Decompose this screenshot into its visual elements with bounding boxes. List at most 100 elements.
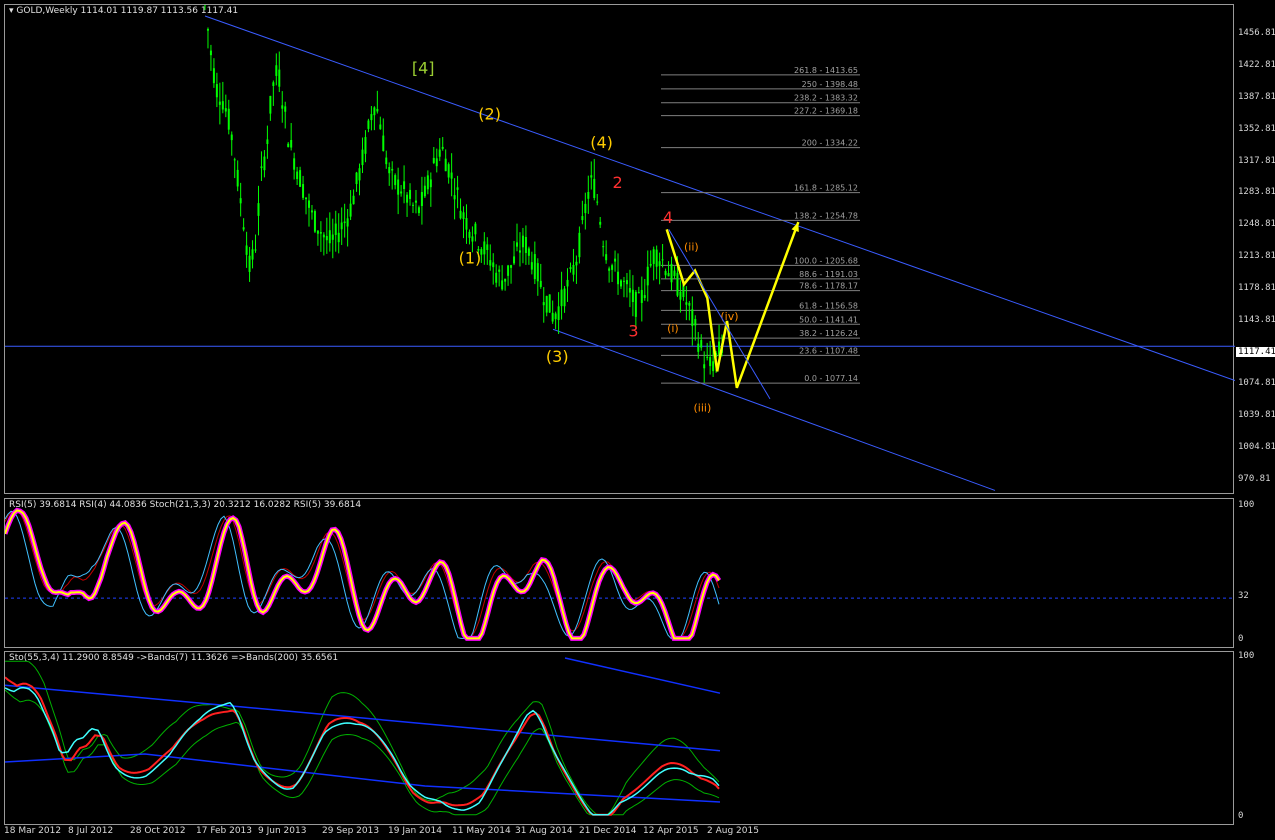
candle-body (269, 95, 272, 114)
candle-body (239, 198, 242, 204)
candle-body (462, 212, 465, 219)
candle-body (343, 221, 346, 224)
fib-level-label: 0.0 - 1077.14 (804, 374, 858, 383)
candle-body (575, 261, 578, 266)
candle-body (215, 84, 218, 98)
fib-level-label: 100.0 - 1205.68 (794, 256, 858, 265)
candle-body (310, 210, 313, 213)
candle-body (593, 178, 596, 198)
rsi-axis[interactable]: 100 32 0 (1234, 498, 1275, 648)
candle-body (637, 292, 640, 294)
candle-body (646, 266, 649, 286)
candle-body (263, 156, 266, 171)
candle-body (611, 265, 614, 270)
candle-body (284, 106, 287, 112)
fib-level-label: 161.8 - 1285.12 (794, 184, 858, 193)
price-tick-label: 1352.81 (1238, 123, 1275, 134)
candle-body (438, 149, 441, 157)
candle-body (602, 246, 605, 248)
bands200-top-line (564, 657, 721, 694)
rsi-tick-label: 32 (1238, 591, 1249, 602)
price-tick-label: 1074.81 (1238, 378, 1275, 389)
price-pane[interactable]: 261.8 - 1413.65 250 - 1398.48 238.2 - 1383… (4, 4, 1235, 494)
candle-body (465, 218, 468, 230)
fib-level-label: 38.2 - 1126.24 (799, 329, 858, 338)
fib-level-label: 138.2 - 1254.78 (794, 211, 858, 220)
candle-body (518, 250, 521, 253)
candle-body (221, 101, 224, 110)
price-tick-label: 1143.81 (1238, 315, 1275, 326)
candle-body (539, 280, 542, 287)
price-tick-label: 970.81 (1238, 473, 1271, 484)
candle-body (617, 271, 620, 285)
candle-body (483, 241, 486, 255)
rsi-pane[interactable]: RSI(5) 39.6814 RSI(4) 44.0836 Stoch(21,3… (4, 498, 1235, 648)
stochastic-tick-label: 100 (1238, 651, 1255, 661)
time-tick-label: 31 Aug 2014 (515, 826, 573, 836)
candle-body (444, 158, 447, 172)
time-axis[interactable]: 18 Mar 2012 8 Jul 2012 28 Oct 2012 17 Feb 2… (0, 826, 1234, 840)
candle-body (664, 270, 667, 276)
time-tick-label: 9 Jun 2013 (258, 826, 307, 836)
candle-body (495, 272, 498, 283)
stochastic-pane[interactable]: Sto(55,3,4) 11.2900 8.8549 ->Bands(7) 11… (4, 651, 1234, 825)
candle-body (305, 197, 308, 200)
candle-body (661, 259, 664, 261)
candle-body (625, 280, 628, 285)
candle-body (224, 108, 227, 112)
candle-body (391, 168, 394, 171)
candle-body (334, 223, 337, 235)
candle-body (596, 201, 599, 203)
fib-level-label: 50.0 - 1141.41 (799, 315, 858, 324)
fib-level-label: 261.8 - 1413.65 (794, 66, 858, 75)
candle-body (557, 306, 560, 321)
candle-body (287, 143, 290, 148)
candle-body (676, 272, 679, 296)
candle-body (420, 192, 423, 206)
candle-body (337, 232, 340, 243)
candle-body (545, 296, 548, 313)
price-tick-label: 1039.81 (1238, 410, 1275, 421)
stochastic-axis[interactable]: 100 0 (1234, 651, 1275, 825)
candle-body (212, 68, 215, 84)
candle-body (697, 343, 700, 352)
candle-body (331, 234, 334, 240)
candle-body (209, 50, 212, 56)
candle-body (370, 114, 373, 121)
candle-body (281, 105, 284, 109)
candle-body (688, 303, 691, 306)
candle-body (694, 318, 697, 326)
candle-body (548, 294, 551, 313)
bands200-upper-line (5, 684, 721, 752)
candle-body (293, 158, 296, 170)
candle-body (620, 280, 622, 287)
candle-body (406, 194, 409, 203)
candle-body (685, 302, 688, 305)
candle-body (703, 364, 706, 369)
candle-body (587, 191, 590, 199)
fib-level-label: 23.6 - 1107.48 (799, 346, 858, 355)
candle-body (361, 149, 364, 166)
candle-body (322, 234, 325, 238)
rsi-pane-title: RSI(5) 39.6814 RSI(4) 44.0836 Stoch(21,3… (9, 500, 362, 510)
wave-label: (3) (546, 347, 569, 366)
price-axis[interactable]: 1456.81 1422.81 1387.81 1352.81 1317.81 1283.… (1234, 4, 1275, 494)
fib-level-label: 88.6 - 1191.03 (799, 270, 858, 279)
candle-body (524, 236, 527, 254)
candle-body (227, 108, 230, 130)
candle-body (242, 227, 245, 230)
candle-body (409, 189, 412, 199)
candle-body (346, 218, 349, 227)
price-chart-svg: 261.8 - 1413.65 250 - 1398.48 238.2 - 1383… (5, 5, 1235, 491)
candle-body (435, 158, 438, 167)
candle-body (605, 254, 608, 261)
candle-body (412, 204, 414, 206)
candle-body (296, 171, 299, 180)
time-tick-label: 28 Oct 2012 (130, 826, 186, 836)
time-tick-label: 11 May 2014 (452, 826, 511, 836)
dropdown-arrow-icon[interactable]: ▾ (9, 6, 14, 16)
candle-body (536, 263, 539, 282)
candle-body (275, 65, 278, 76)
candle-body (388, 167, 391, 174)
candle-body (652, 249, 655, 264)
